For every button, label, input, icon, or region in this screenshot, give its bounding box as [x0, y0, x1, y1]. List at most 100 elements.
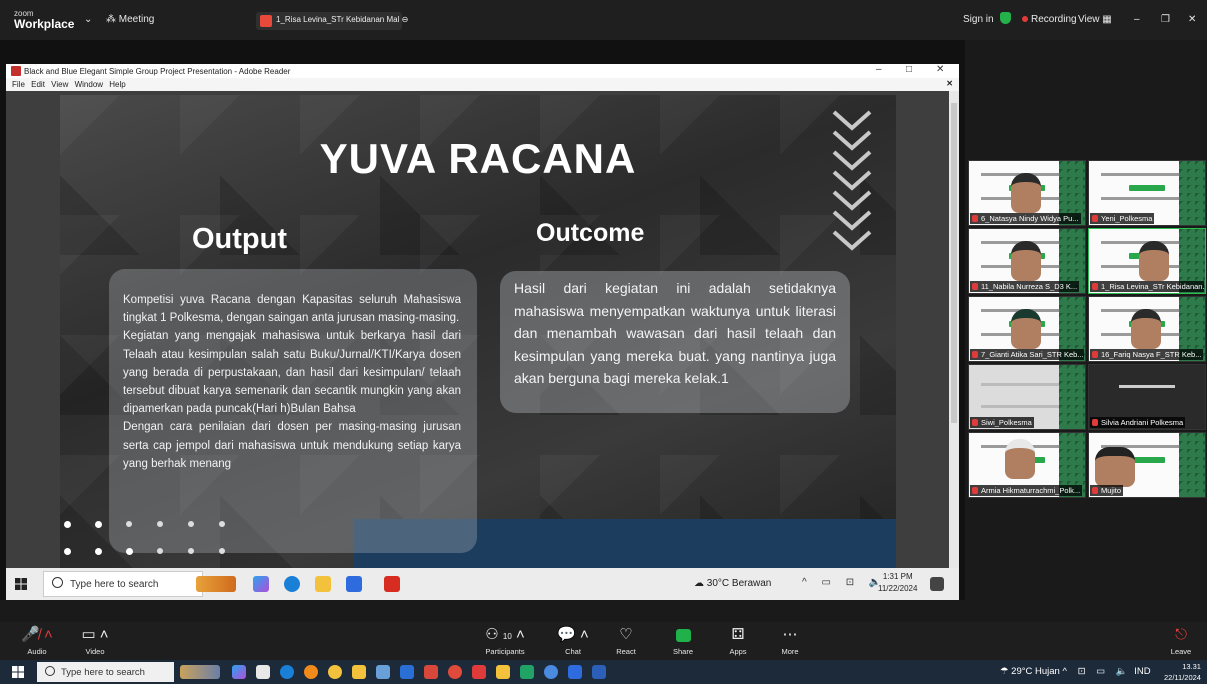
outcome-text-box: Hasil dari kegiatan ini adalah setidakny… — [500, 271, 850, 413]
edge-browser-icon[interactable] — [284, 576, 300, 592]
share-button[interactable]: Share — [658, 625, 708, 656]
adobe-maximize-button[interactable]: □ — [906, 64, 912, 75]
adobe-reader-taskbar-icon[interactable] — [384, 576, 400, 592]
clock-time: 1:31 PM — [882, 572, 913, 581]
participant-tile[interactable]: Yeni_Polkesma — [1088, 160, 1206, 226]
file-explorer-icon[interactable] — [352, 665, 366, 679]
document-scrollbar[interactable] — [949, 91, 959, 569]
file-explorer-icon[interactable] — [315, 576, 331, 592]
system-tray-icons[interactable]: ^ ▭ ⊡ 🔈 — [802, 577, 887, 588]
scrollbar-thumb[interactable] — [951, 103, 957, 423]
chat-button[interactable]: 💬 ˄ Chat — [548, 625, 598, 656]
sign-in-link[interactable]: Sign in — [963, 14, 994, 25]
rain-cloud-icon: ☂ — [1000, 666, 1012, 677]
apps-label: Apps — [729, 647, 747, 656]
acrobat-icon[interactable] — [472, 665, 486, 679]
task-view-icon[interactable] — [256, 665, 270, 679]
powerpoint-icon[interactable] — [424, 665, 438, 679]
security-shield-icon[interactable] — [1000, 12, 1011, 24]
participant-tile[interactable]: 16_Fariq Nasya F_STR Keb... — [1088, 296, 1206, 362]
search-highlight-icon[interactable] — [180, 665, 220, 679]
windows-weather-text: 29°C Hujan — [1011, 666, 1060, 677]
windows-search-input[interactable]: Type here to search — [37, 662, 174, 682]
close-button[interactable]: ✕ — [1188, 14, 1196, 25]
copilot-icon[interactable] — [232, 665, 246, 679]
participant-gallery: 6_Natasya Nindy Widya Pu... Yeni_Polkesm… — [966, 158, 1207, 502]
adobe-close-button[interactable]: ✕ — [936, 64, 944, 75]
recording-indicator[interactable]: Recording — [1022, 14, 1077, 25]
share-options-icon[interactable]: ⊖ — [402, 15, 409, 24]
zoom-top-bar: zoom Workplace ⌄ ⁂ Meeting 1_Risa Levina… — [0, 0, 1207, 40]
chat-icon: 💬 ˄ — [557, 626, 589, 643]
participant-tile[interactable]: Armia Hikmaturrachmi_Polk... — [968, 432, 1086, 498]
zoom-taskbar-icon[interactable] — [346, 576, 362, 592]
video-off-icon: ▭ ˄ — [81, 626, 109, 643]
halloween-search-highlight-icon[interactable] — [196, 576, 236, 592]
close-document-icon[interactable]: ✕ — [946, 79, 953, 88]
participant-tile[interactable]: 11_Nabila Nurreza S_D3 K... — [968, 228, 1086, 294]
react-button[interactable]: ♡ React — [601, 625, 651, 656]
taskbar-search-placeholder: Type here to search — [70, 579, 159, 590]
excel-icon[interactable] — [520, 665, 534, 679]
taskbar-clock[interactable]: 1:31 PM 11/22/2024 — [878, 571, 917, 595]
participant-name: 6_Natasya Nindy Widya Pu... — [970, 213, 1081, 224]
adobe-minimize-button[interactable]: – — [876, 64, 882, 75]
screen-share-indicator[interactable]: 1_Risa Levina_STr Kebidanan Mal ⊖ — [256, 12, 408, 30]
taskbar-search-input[interactable]: Type here to search — [43, 571, 203, 597]
participant-tile-active-speaker[interactable]: 1_Risa Levina_STr Kebidanan... — [1088, 228, 1206, 294]
dot-decoration-icon — [188, 521, 194, 527]
language-indicator[interactable]: IND — [1134, 666, 1150, 677]
dot-decoration-icon — [64, 548, 71, 555]
adobe-reader-icon — [11, 66, 21, 76]
search-icon — [45, 666, 55, 676]
zoom-taskbar-icon[interactable] — [568, 665, 582, 679]
menu-window[interactable]: Window — [75, 80, 103, 89]
copilot-icon[interactable] — [253, 576, 269, 592]
windows-weather[interactable]: ☂ 29°C Hujan ^ ⊡ ▭ 🔈 IND — [1000, 666, 1151, 677]
menu-view[interactable]: View — [51, 80, 68, 89]
participant-tile[interactable]: Silvia Andriani Polkesma — [1088, 364, 1206, 430]
edge-browser-icon[interactable] — [280, 665, 294, 679]
muted-mic-icon — [1092, 351, 1098, 358]
system-tray-icons[interactable]: ^ ⊡ ▭ 🔈 — [1062, 666, 1131, 677]
apps-button[interactable]: ⚃ Apps — [713, 625, 763, 656]
windows-clock[interactable]: 13.31 22/11/2024 — [1164, 661, 1201, 683]
chevron-down-icon[interactable]: ⌄ — [84, 14, 92, 25]
paint-icon[interactable] — [376, 665, 390, 679]
participant-name: 7_Gianti Atika Sari_STR Keb... — [970, 349, 1084, 360]
maximize-button[interactable]: ❐ — [1161, 14, 1170, 25]
participant-tile[interactable]: Siwi_Polkesma — [968, 364, 1086, 430]
word-icon[interactable] — [592, 665, 606, 679]
view-button[interactable]: View ▦ — [1078, 14, 1112, 25]
chrome-icon[interactable] — [328, 665, 342, 679]
clock-date: 11/22/2024 — [878, 584, 918, 593]
participant-tile[interactable]: Mujito — [1088, 432, 1206, 498]
menu-edit[interactable]: Edit — [31, 80, 45, 89]
windows-start-icon[interactable] — [15, 578, 27, 590]
participants-button[interactable]: ⚇ 10 ˄ Participants — [480, 625, 530, 656]
more-button[interactable]: ⋯ More — [765, 625, 815, 656]
shared-screen: Black and Blue Elegant Simple Group Proj… — [0, 40, 965, 600]
taskbar-weather[interactable]: ☁ 30°C Berawan — [694, 578, 771, 589]
participant-video — [1011, 309, 1041, 349]
meeting-menu[interactable]: ⁂ Meeting — [106, 14, 154, 25]
view-label: View — [1078, 14, 1100, 25]
menu-file[interactable]: File — [12, 80, 25, 89]
chrome-profile-icon[interactable] — [448, 665, 462, 679]
mail-icon[interactable] — [400, 665, 414, 679]
adobe-window-title: Black and Blue Elegant Simple Group Proj… — [24, 67, 291, 76]
participant-name: 1_Risa Levina_STr Kebidanan... — [1090, 281, 1204, 292]
minimize-button[interactable]: – — [1134, 14, 1140, 25]
video-button[interactable]: ▭ ˄ Video — [70, 625, 120, 656]
participant-tile[interactable]: 7_Gianti Atika Sari_STR Keb... — [968, 296, 1086, 362]
firefox-icon[interactable] — [304, 665, 318, 679]
participant-tile[interactable]: 6_Natasya Nindy Widya Pu... — [968, 160, 1086, 226]
menu-help[interactable]: Help — [109, 80, 125, 89]
folder-icon[interactable] — [496, 665, 510, 679]
chrome-app-icon[interactable] — [544, 665, 558, 679]
notifications-icon[interactable] — [930, 577, 944, 591]
leave-button[interactable]: ⎋ Leave — [1156, 625, 1206, 656]
audio-button[interactable]: 🎤̸ ˄ Audio — [12, 625, 62, 656]
windows-start-icon[interactable] — [12, 666, 24, 678]
participant-name: Yeni_Polkesma — [1090, 213, 1155, 224]
